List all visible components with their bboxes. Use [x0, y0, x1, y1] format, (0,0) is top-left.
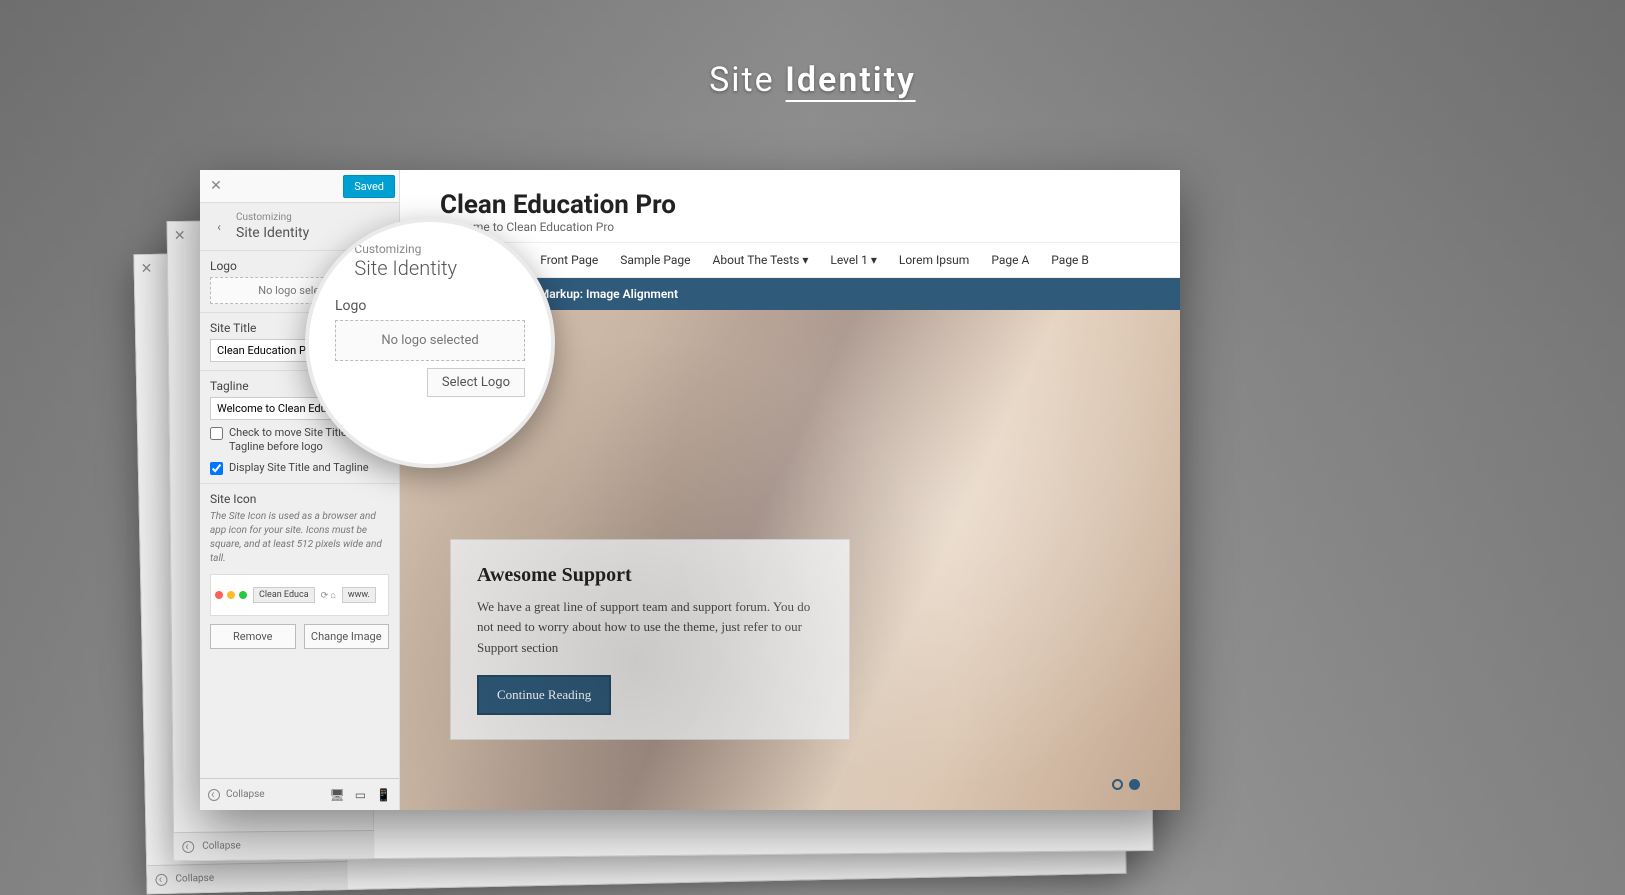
ticker-item[interactable]: Markup: Image Alignment: [539, 287, 678, 301]
site-icon-label: Site Icon: [210, 492, 389, 506]
nav-item[interactable]: Page B: [1051, 253, 1089, 267]
site-icon-preview: Clean Educa ⟳ ⌂ www.: [210, 574, 389, 616]
tablet-preview-icon[interactable]: ▭: [355, 788, 366, 802]
panel-title: Site Identity: [236, 224, 309, 242]
logo-dropzone[interactable]: No logo selected: [335, 320, 525, 361]
slider-dot[interactable]: [1112, 779, 1123, 790]
nav-item[interactable]: Sample Page: [620, 253, 690, 267]
hero-body: We have a great line of support team and…: [477, 597, 823, 659]
mobile-preview-icon[interactable]: 📱: [376, 788, 391, 802]
back-button[interactable]: ‹: [210, 218, 228, 236]
hero-title: Awesome Support: [477, 564, 823, 587]
heading-sup: Customizing: [236, 211, 309, 224]
magnifier-lens: ‹ Customizing Site Identity Logo No logo…: [305, 218, 555, 468]
remove-button[interactable]: Remove: [210, 624, 296, 649]
title-prefix: Site: [709, 60, 785, 100]
close-icon: ✕: [174, 228, 186, 244]
site-icon-desc: The Site Icon is used as a browser and a…: [210, 510, 389, 566]
select-logo-button[interactable]: Select Logo: [427, 368, 525, 397]
title-highlight: Identity: [785, 60, 916, 102]
slider-dot-active[interactable]: [1129, 779, 1140, 790]
collapse-icon: [208, 789, 220, 801]
nav-item[interactable]: Front Page: [540, 253, 598, 267]
saved-badge[interactable]: Saved: [343, 175, 395, 198]
close-icon: ✕: [141, 261, 153, 277]
nav-item[interactable]: Lorem Ipsum: [899, 253, 969, 267]
hero-caption: Awesome Support We have a great line of …: [450, 539, 850, 740]
site-icon-section: Site Icon The Site Icon is used as a bro…: [200, 484, 399, 657]
hero-cta-button[interactable]: Continue Reading: [477, 675, 611, 715]
sidebar-footer: Collapse 🖥 ▭ 📱: [200, 778, 399, 810]
page-title: Site Identity: [709, 60, 916, 100]
desktop-preview-icon[interactable]: 🖥: [329, 788, 344, 802]
display-title-checkbox[interactable]: Display Site Title and Tagline: [210, 461, 389, 475]
nav-item[interactable]: Page A: [991, 253, 1029, 267]
logo-label: Logo: [335, 298, 525, 314]
slider-dots: [1112, 779, 1140, 790]
nav-item[interactable]: About The Tests ▾: [713, 253, 809, 267]
preview-site-title[interactable]: Clean Education Pro: [440, 190, 1140, 220]
close-button[interactable]: ✕: [204, 174, 228, 198]
heading-sup: Customizing: [354, 242, 457, 256]
display-title-check-input[interactable]: [210, 462, 223, 475]
panel-title: Site Identity: [354, 256, 457, 280]
preview-tagline: Welcome to Clean Education Pro: [440, 220, 1140, 234]
change-image-button[interactable]: Change Image: [304, 624, 390, 649]
browser-tab-chip: Clean Educa: [253, 587, 315, 603]
nav-item[interactable]: Level 1 ▾: [830, 253, 877, 267]
browser-url-chip: www.: [342, 587, 376, 603]
move-title-check-input[interactable]: [210, 427, 223, 440]
collapse-button[interactable]: Collapse: [208, 789, 265, 801]
